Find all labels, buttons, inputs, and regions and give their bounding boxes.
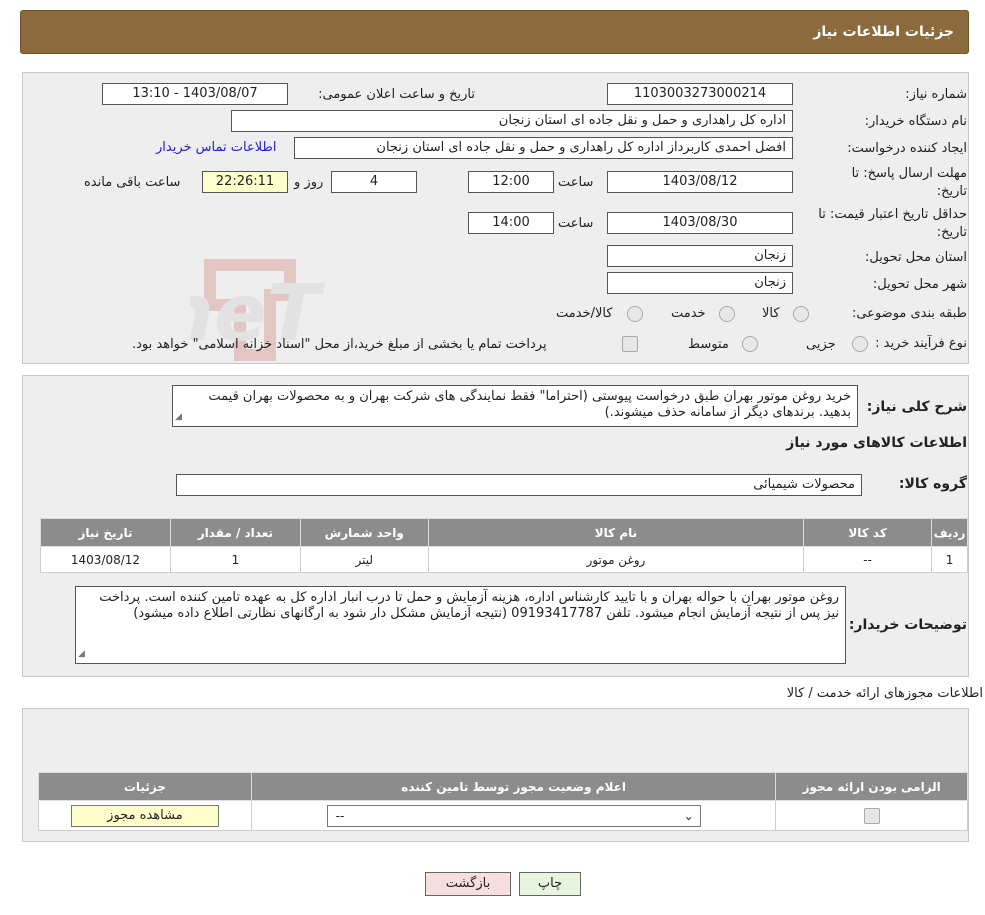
city-label: شهر محل تحویل: xyxy=(872,277,967,292)
summary-text: خرید روغن موتور بهران طبق درخواست پیوستی… xyxy=(208,389,851,420)
validity-time-label: ساعت xyxy=(558,216,594,231)
remaining-label: ساعت باقی مانده xyxy=(84,175,181,190)
permit-status-select[interactable]: -- ⌄ xyxy=(326,804,701,827)
cell-permit-required xyxy=(775,800,968,831)
col-permit-details: جزئیات xyxy=(38,772,252,801)
cell-unit: لیتر xyxy=(299,546,429,573)
deadline-time-field: 12:00 xyxy=(468,171,554,193)
city-field: زنجان xyxy=(607,272,793,294)
announce-datetime-field: 1403/08/07 - 13:10 xyxy=(102,83,288,105)
category-label: طبقه بندی موضوعی: xyxy=(851,306,967,321)
cell-date: 1403/08/12 xyxy=(40,546,171,573)
resize-handle-icon[interactable]: ◢ xyxy=(78,646,85,662)
cell-row: 1 xyxy=(931,546,968,573)
permits-table-header: الزامی بودن ارائه مجوز اعلام وضعیت مجوز … xyxy=(38,772,968,801)
province-field: زنجان xyxy=(607,245,793,267)
requester-field: افضل احمدی کاربرداز اداره کل راهداری و ح… xyxy=(294,137,793,159)
announce-label: تاریخ و ساعت اعلان عمومی: xyxy=(318,87,475,102)
col-permit-required: الزامی بودن ارائه مجوز xyxy=(775,772,968,801)
buyer-notes-label: توضیحات خریدار: xyxy=(848,617,967,633)
page-title: جزئیات اطلاعات نیاز xyxy=(813,24,954,40)
deadline-time-label: ساعت xyxy=(558,175,594,190)
requester-label: ایجاد کننده درخواست: xyxy=(847,141,967,156)
goods-table-header: ردیف کد کالا نام کالا واحد شمارش تعداد /… xyxy=(40,518,968,547)
cell-qty: 1 xyxy=(169,546,301,573)
treasury-docs-checkbox[interactable] xyxy=(622,336,638,352)
deadline-label-date: تاریخ: xyxy=(936,184,967,199)
summary-textarea[interactable]: خرید روغن موتور بهران طبق درخواست پیوستی… xyxy=(172,385,858,427)
resize-handle-icon[interactable]: ◢ xyxy=(175,409,182,425)
category-option-goods-service: کالا/خدمت xyxy=(556,306,613,321)
col-code: کد کالا xyxy=(803,518,933,547)
cell-permit-status: -- ⌄ xyxy=(250,800,777,831)
back-button[interactable]: بازگشت xyxy=(425,872,511,896)
table-row: 1 -- روغن موتور لیتر 1 1403/08/12 xyxy=(40,546,968,573)
col-name: نام کالا xyxy=(427,518,805,547)
print-button[interactable]: چاپ xyxy=(519,872,581,896)
cell-code: -- xyxy=(803,546,933,573)
purchase-radio-medium[interactable] xyxy=(742,336,758,352)
category-radio-goods-service[interactable] xyxy=(627,306,643,322)
col-row: ردیف xyxy=(931,518,968,547)
view-permit-button[interactable]: مشاهده مجوز xyxy=(70,804,219,827)
goods-group-label: گروه کالا: xyxy=(898,476,967,492)
purchase-note: پرداخت تمام یا بخشی از مبلغ خرید،از محل … xyxy=(132,337,547,352)
province-label: استان محل تحویل: xyxy=(865,250,967,265)
validity-time-field: 14:00 xyxy=(468,212,554,234)
goods-table: ردیف کد کالا نام کالا واحد شمارش تعداد /… xyxy=(40,518,968,573)
col-qty: تعداد / مقدار xyxy=(169,518,301,547)
col-date: تاریخ نیاز xyxy=(40,518,171,547)
buyer-contact-link[interactable]: اطلاعات تماس خریدار xyxy=(156,140,276,155)
category-radio-service[interactable] xyxy=(719,306,735,322)
category-radio-goods[interactable] xyxy=(793,306,809,322)
deadline-label: مهلت ارسال پاسخ: تا xyxy=(851,166,967,181)
need-number-field: 1103003273000214 xyxy=(607,83,793,105)
deadline-date-field: 1403/08/12 xyxy=(607,171,793,193)
permits-table: الزامی بودن ارائه مجوز اعلام وضعیت مجوز … xyxy=(38,772,968,831)
purchase-type-label: نوع فرآیند خرید : xyxy=(875,336,967,351)
table-row: -- ⌄ مشاهده مجوز xyxy=(38,800,968,831)
category-option-goods: کالا xyxy=(762,306,780,321)
chevron-down-icon: ⌄ xyxy=(683,808,694,823)
cell-permit-details: مشاهده مجوز xyxy=(38,800,252,831)
need-number-label: شماره نیاز: xyxy=(905,87,967,102)
remaining-time-field: 22:26:11 xyxy=(202,171,288,193)
buyer-notes-textarea[interactable]: روغن موتور بهران با حواله بهران و با تای… xyxy=(75,586,846,664)
permits-title: اطلاعات مجوزهای ارائه خدمت / کالا xyxy=(786,686,983,701)
buyer-org-label: نام دستگاه خریدار: xyxy=(864,114,967,129)
purchase-option-medium: متوسط xyxy=(688,337,729,352)
summary-label: شرح کلی نیاز: xyxy=(866,399,967,415)
buyer-notes-text: روغن موتور بهران با حواله بهران و با تای… xyxy=(99,590,839,621)
goods-group-field: محصولات شیمیائی xyxy=(176,474,862,496)
cell-name: روغن موتور xyxy=(427,546,805,573)
validity-date-field: 1403/08/30 xyxy=(607,212,793,234)
validity-label-date: تاریخ: xyxy=(936,225,967,240)
col-unit: واحد شمارش xyxy=(299,518,429,547)
goods-info-title: اطلاعات کالاهای مورد نیاز xyxy=(786,435,967,451)
purchase-option-minor: جزیی xyxy=(806,337,836,352)
permit-status-value: -- xyxy=(335,808,345,823)
page-header: جزئیات اطلاعات نیاز xyxy=(20,10,969,54)
category-option-service: خدمت xyxy=(671,306,706,321)
validity-label: حداقل تاریخ اعتبار قیمت: تا xyxy=(818,207,967,222)
permit-required-checkbox xyxy=(863,807,880,824)
days-remaining-field: 4 xyxy=(331,171,417,193)
days-label: روز و xyxy=(294,175,324,190)
col-permit-status: اعلام وضعیت مجوز توسط تامین کننده xyxy=(250,772,777,801)
buyer-org-field: اداره کل راهداری و حمل و نقل جاده ای است… xyxy=(231,110,793,132)
purchase-radio-minor[interactable] xyxy=(852,336,868,352)
